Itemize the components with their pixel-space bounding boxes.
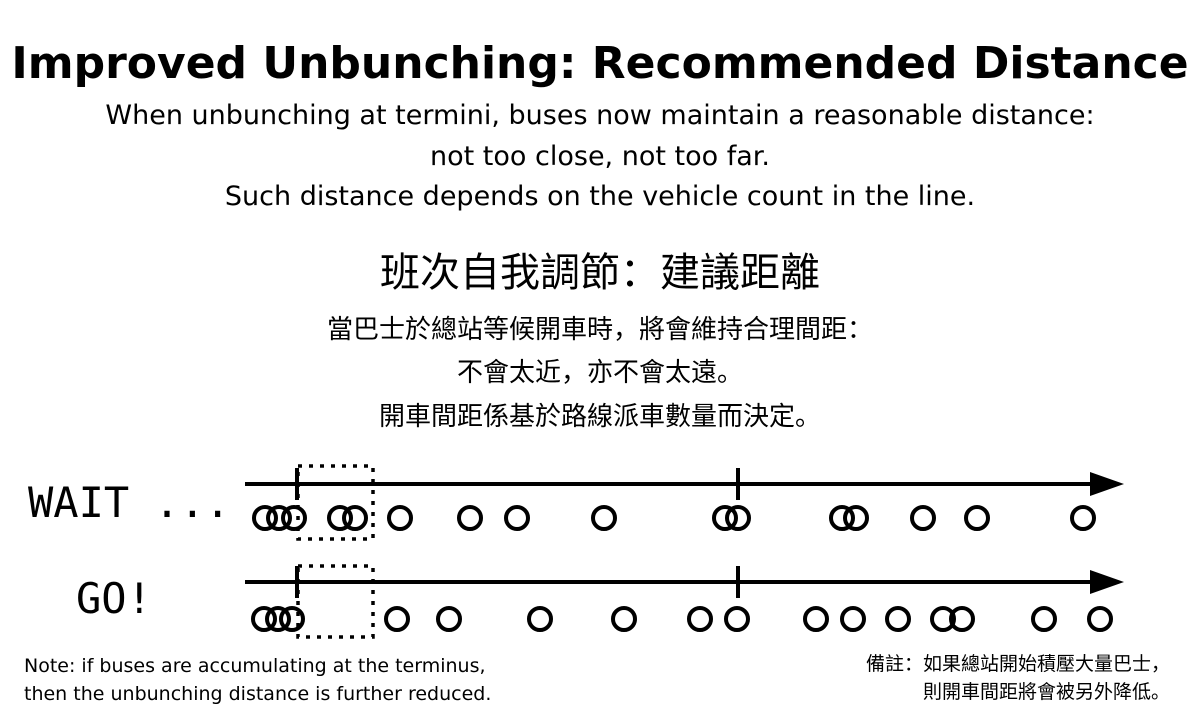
zh-line-1: 當巴士於總站等候開車時，將會維持合理間距： [326,315,873,345]
note-zh-line-1: 備註：如果總站開始積壓大量巴士， [865,653,1170,675]
bus-marker [591,505,617,531]
note-en: Note: if buses are accumulating at the t… [24,652,491,708]
bus-marker [1070,505,1096,531]
departure-zone-box [296,564,375,639]
buses-wait [252,505,1096,531]
bus-marker [527,606,553,632]
subtitle-line-1: When unbunching at termini, buses now ma… [105,100,1095,131]
unbunching-diagram: WAIT ... GO! [28,464,1124,639]
bus-marker [910,505,936,531]
bus-marker [436,606,462,632]
bus-marker [342,505,368,531]
bus-marker [504,505,530,531]
zh-title: 班次自我調節：建議距離 [380,250,820,296]
bus-marker [687,606,713,632]
row-label-wait: WAIT ... [28,478,230,527]
bus-marker [843,505,869,531]
zh-line-3: 開車間距係基於路線派車數量而決定。 [378,402,821,432]
subtitle-line-3: Such distance depends on the vehicle cou… [224,181,976,212]
bus-marker [387,505,413,531]
row-label-go: GO! [76,574,152,623]
page-title: Improved Unbunching: Recommended Distanc… [11,38,1189,89]
bus-marker [840,606,866,632]
zh-line-2: 不會太近，亦不會太遠。 [456,358,743,388]
bus-marker [1031,606,1057,632]
bus-marker [611,606,637,632]
bus-marker [885,606,911,632]
bus-marker [724,606,750,632]
bus-marker [964,505,990,531]
note-zh: 備註：如果總站開始積壓大量巴士， 則開車間距將會被另外降低。 [866,650,1170,706]
route-axis-wait [245,468,1124,500]
route-axis-go [245,566,1124,598]
bus-marker [1087,606,1113,632]
bus-marker [279,606,305,632]
buses-go [251,606,1113,632]
note-en-line-2: then the unbunching distance is further … [24,683,492,705]
subtitle-line-2: not too close, not too far. [430,141,770,172]
bus-marker [384,606,410,632]
bus-marker [803,606,829,632]
bus-marker [457,505,483,531]
note-en-line-1: Note: if buses are accumulating at the t… [24,655,486,677]
note-zh-line-2: 則開車間距將會被另外降低。 [922,681,1170,703]
bus-marker [281,505,307,531]
